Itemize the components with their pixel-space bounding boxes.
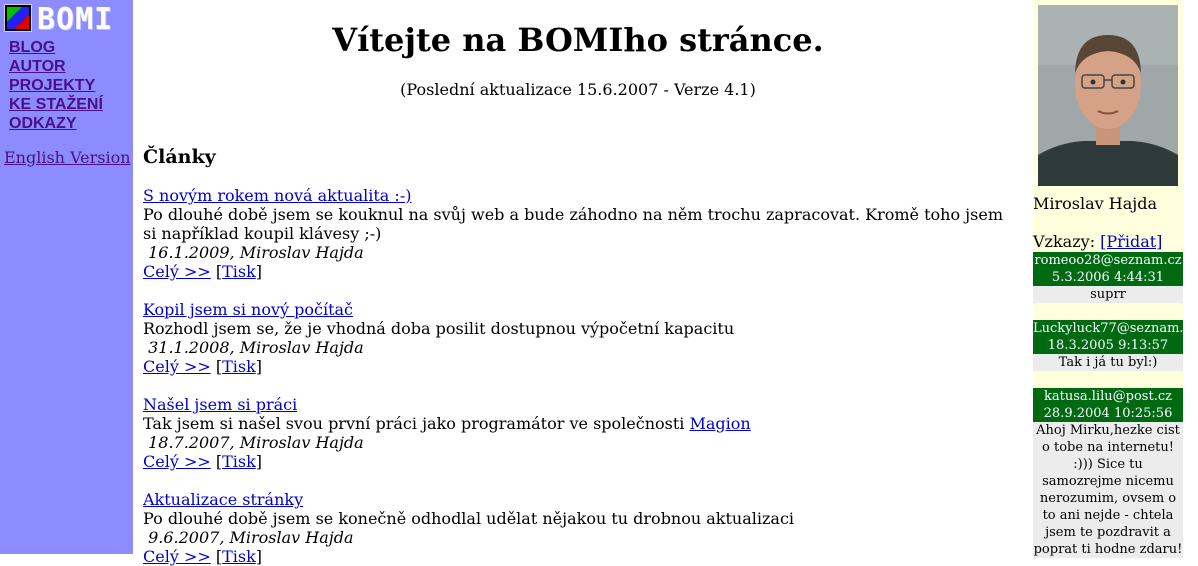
message-header: katusa.lilu@post.cz 28.9.2004 10:25:56 (1033, 388, 1183, 422)
message-email: katusa.lilu@post.cz (1044, 389, 1172, 404)
guestbook-label: Vzkazy: (1033, 232, 1096, 251)
article-links: Celý >> [Tisk] (143, 547, 263, 566)
message-date: 28.9.2004 10:25:56 (1043, 406, 1173, 421)
message-text: Ahoj Mirku,hezke cist o tobe na internet… (1033, 422, 1183, 558)
articles-heading: Články (143, 146, 216, 168)
main-nav: BLOG AUTOR PROJEKTY KE STAŽENÍ ODKAZY (9, 38, 103, 133)
article-text: Po dlouhé době jsem se kouknul na svůj w… (143, 205, 1003, 243)
article-title-link[interactable]: Našel jsem si práci (143, 395, 297, 414)
nav-item-projekty[interactable]: PROJEKTY (9, 76, 103, 95)
message-email: Luckyluck77@seznam. (1033, 321, 1183, 336)
last-update: (Poslední aktualizace 15.6.2007 - Verze … (400, 80, 756, 99)
article-links: Celý >> [Tisk] (143, 262, 263, 281)
article-links: Celý >> [Tisk] (143, 452, 263, 471)
read-more-link[interactable]: Celý >> (143, 452, 211, 471)
article-title-link[interactable]: Aktualizace stránky (143, 490, 303, 509)
article-meta: 18.7.2007, Miroslav Hajda (148, 433, 364, 452)
article-meta: 16.1.2009, Miroslav Hajda (148, 243, 364, 262)
article-item: S novým rokem nová aktualita :-) Po dlou… (143, 186, 1013, 281)
english-version-link[interactable]: English Version (4, 148, 131, 167)
right-sidebar: Miroslav Hajda Vzkazy: [Přidat] romeoo28… (1033, 0, 1183, 558)
read-more-link[interactable]: Celý >> (143, 357, 211, 376)
article-links: Celý >> [Tisk] (143, 357, 263, 376)
company-link[interactable]: Magion (689, 414, 750, 433)
message-header: Luckyluck77@seznam. 18.3.2005 9:13:57 (1033, 320, 1183, 354)
read-more-link[interactable]: Celý >> (143, 547, 211, 566)
print-link[interactable]: Tisk (222, 547, 256, 566)
article-meta: 9.6.2007, Miroslav Hajda (148, 528, 354, 547)
message-text: Tak i já tu byl:) (1033, 354, 1183, 371)
nav-item-blog[interactable]: BLOG (9, 38, 103, 57)
article-text: Tak jsem si našel svou první práci jako … (143, 414, 685, 433)
message-text: suprr (1033, 286, 1183, 303)
nav-item-ke-stazeni[interactable]: KE STAŽENÍ (9, 95, 103, 114)
article-text: Rozhodl jsem se, že je vhodná doba posil… (143, 319, 735, 338)
print-link[interactable]: Tisk (222, 452, 256, 471)
author-photo (1038, 5, 1178, 186)
logo-badge-icon (4, 4, 32, 32)
read-more-link[interactable]: Celý >> (143, 262, 211, 281)
article-item: Aktualizace stránky Po dlouhé době jsem … (143, 490, 1013, 566)
left-sidebar: BOMI BLOG AUTOR PROJEKTY KE STAŽENÍ ODKA… (0, 0, 133, 554)
add-message-link[interactable]: [Přidat] (1100, 232, 1162, 251)
print-link[interactable]: Tisk (222, 262, 256, 281)
message-header: romeoo28@seznam.cz 5.3.2006 4:44:31 (1033, 252, 1183, 286)
print-link[interactable]: Tisk (222, 357, 256, 376)
article-title-link[interactable]: S novým rokem nová aktualita :-) (143, 186, 411, 205)
article-text: Po dlouhé době jsem se konečně odhodlal … (143, 509, 795, 528)
logo-text: BOMI (37, 2, 114, 37)
article-item: Kopil jsem si nový počítač Rozhodl jsem … (143, 300, 1013, 376)
guestbook-message: Luckyluck77@seznam. 18.3.2005 9:13:57 Ta… (1033, 320, 1183, 371)
message-date: 18.3.2005 9:13:57 (1047, 338, 1169, 353)
guestbook-message: katusa.lilu@post.cz 28.9.2004 10:25:56 A… (1033, 388, 1183, 558)
article-title-link[interactable]: Kopil jsem si nový počítač (143, 300, 353, 319)
page-title: Vítejte na BOMIho stránce. (332, 21, 824, 59)
message-email: romeoo28@seznam.cz (1034, 253, 1182, 268)
author-name: Miroslav Hajda (1033, 194, 1158, 213)
article-item: Našel jsem si práci Tak jsem si našel sv… (143, 395, 1013, 471)
nav-item-autor[interactable]: AUTOR (9, 57, 103, 76)
nav-item-odkazy[interactable]: ODKAZY (9, 114, 103, 133)
logo[interactable]: BOMI (4, 4, 130, 36)
message-date: 5.3.2006 4:44:31 (1051, 270, 1165, 285)
guestbook-message: romeoo28@seznam.cz 5.3.2006 4:44:31 supr… (1033, 252, 1183, 303)
guestbook-header: Vzkazy: [Přidat] (1033, 232, 1162, 252)
article-meta: 31.1.2008, Miroslav Hajda (148, 338, 364, 357)
main-content: Vítejte na BOMIho stránce. (Poslední akt… (133, 0, 1033, 566)
